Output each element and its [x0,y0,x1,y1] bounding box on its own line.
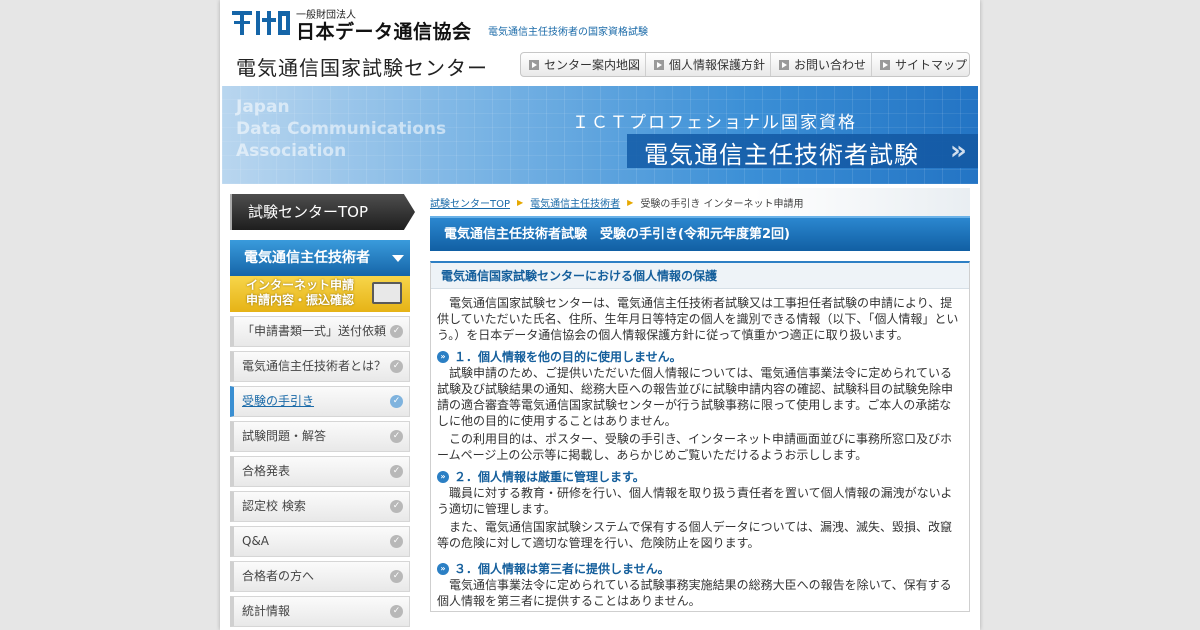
check-circle-icon: ✓ [390,360,403,373]
sidebar-item-guide[interactable]: 受験の手引き ✓ [230,386,410,417]
double-chevron-icon: » [950,136,967,166]
item-paragraph: 職員に対する教育・研修を行い、個人情報を取り扱う責任者を置いて個人情報の漏洩がな… [437,486,953,516]
check-circle-icon: ✓ [390,325,403,338]
breadcrumb-link-category[interactable]: 電気通信主任技術者 [530,195,620,210]
triangle-down-icon [392,255,404,262]
triangle-right-icon: ▶ [627,197,634,207]
util-link-privacy[interactable]: 個人情報保護方針 [646,53,772,76]
banner-english-text: Japan Data Communications Association [236,97,447,161]
banner-subtitle: ＩＣＴプロフェショナル国家資格 [572,113,857,133]
arrow-circle-icon: » [437,351,449,363]
sidebar-item-faq[interactable]: Q&A ✓ [230,526,410,557]
arrow-box-icon [654,59,665,70]
sidebar-top-link[interactable]: 試験センターTOP [230,194,415,230]
utility-nav: センター案内地図 個人情報保護方針 お問い合わせ サイトマップ [520,52,970,77]
page: 一般財団法人 日本データ通信協会 電気通信主任技術者の国家資格試験 電気通信国家… [220,0,980,630]
section-title: 電気通信国家試験センターにおける個人情報の保護 [431,263,969,289]
arrow-box-icon [880,59,891,70]
hero-banner: Japan Data Communications Association ＩＣ… [222,86,978,184]
arrow-box-icon [779,59,790,70]
sidebar-item-request-documents[interactable]: 「申請書類一式」送付依頼 ✓ [230,316,410,347]
util-link-sitemap[interactable]: サイトマップ [872,53,972,76]
sidebar-category-header[interactable]: 電気通信主任技術者 [230,240,410,276]
item-paragraph: この利用目的は、ポスター、受験の手引き、インターネット申請画面並びに事務所窓口及… [437,432,953,462]
item-paragraph: 電気通信事業法令に定められている試験事務実施結果の総務大臣への報告を除いて、保有… [437,578,952,608]
check-circle-icon: ✓ [390,535,403,548]
page-title: 電気通信主任技術者試験 受験の手引き(令和元年度第2回) [430,216,970,251]
tagline: 電気通信主任技術者の国家資格試験 [488,27,648,38]
arrow-circle-icon: » [437,563,449,575]
check-circle-icon: ✓ [390,395,403,408]
item-paragraph: 試験申請のため、ご提供いただいた個人情報については、電気通信事業法令に定められて… [437,366,954,428]
check-circle-icon: ✓ [390,605,403,618]
computer-icon [372,282,402,304]
sidebar-item-results[interactable]: 合格発表 ✓ [230,456,410,487]
privacy-section: 電気通信国家試験センターにおける個人情報の保護 電気通信国家試験センターは、電気… [430,261,970,612]
sidebar: 試験センターTOP 電気通信主任技術者 インターネット申請 申請内容・振込確認 … [230,194,415,627]
breadcrumb-current: 受験の手引き インターネット申請用 [640,198,804,210]
internet-apply-button[interactable]: インターネット申請 申請内容・振込確認 [230,276,410,312]
check-circle-icon: ✓ [390,465,403,478]
sidebar-item-questions-answers[interactable]: 試験問題・解答 ✓ [230,421,410,452]
arrow-circle-icon: » [437,471,449,483]
check-circle-icon: ✓ [390,570,403,583]
triangle-right-icon: ▶ [517,197,524,207]
jadac-logo-icon[interactable] [232,8,292,38]
util-link-map[interactable]: センター案内地図 [521,53,647,76]
sidebar-item-about[interactable]: 電気通信主任技術者とは？ ✓ [230,351,410,382]
sidebar-item-statistics[interactable]: 統計情報 ✓ [230,596,410,627]
item-heading: » １．個人情報を他の目的に使用しません。 [437,349,963,365]
site-header: 一般財団法人 日本データ通信協会 電気通信主任技術者の国家資格試験 電気通信国家… [220,0,980,86]
item-heading: » ２．個人情報は厳重に管理します。 [437,469,963,485]
item-heading: » ３．個人情報は第三者に提供しません。 [437,561,963,577]
site-title[interactable]: 電気通信国家試験センター [236,52,488,81]
arrow-box-icon [529,59,539,70]
main-content: 試験センターTOP ▶ 電気通信主任技術者 ▶ 受験の手引き インターネット申請… [430,188,970,612]
check-circle-icon: ✓ [390,500,403,513]
breadcrumb: 試験センターTOP ▶ 電気通信主任技術者 ▶ 受験の手引き インターネット申請… [430,188,970,216]
banner-title: 電気通信主任技術者試験 [644,141,919,169]
item-paragraph: また、電気通信国家試験システムで保有する個人データについては、漏洩、滅失、毀損、… [437,520,953,550]
breadcrumb-link-top[interactable]: 試験センターTOP [430,195,510,210]
org-name[interactable]: 日本データ通信協会 [296,17,472,44]
sidebar-item-school-search[interactable]: 認定校 検索 ✓ [230,491,410,522]
check-circle-icon: ✓ [390,430,403,443]
section-body: 電気通信国家試験センターは、電気通信主任技術者試験又は工事担任者試験の申請により… [431,289,969,609]
sidebar-item-passers[interactable]: 合格者の方へ ✓ [230,561,410,592]
intro-paragraph: 電気通信国家試験センターは、電気通信主任技術者試験又は工事担任者試験の申請により… [437,296,959,342]
util-link-contact[interactable]: お問い合わせ [771,53,873,76]
